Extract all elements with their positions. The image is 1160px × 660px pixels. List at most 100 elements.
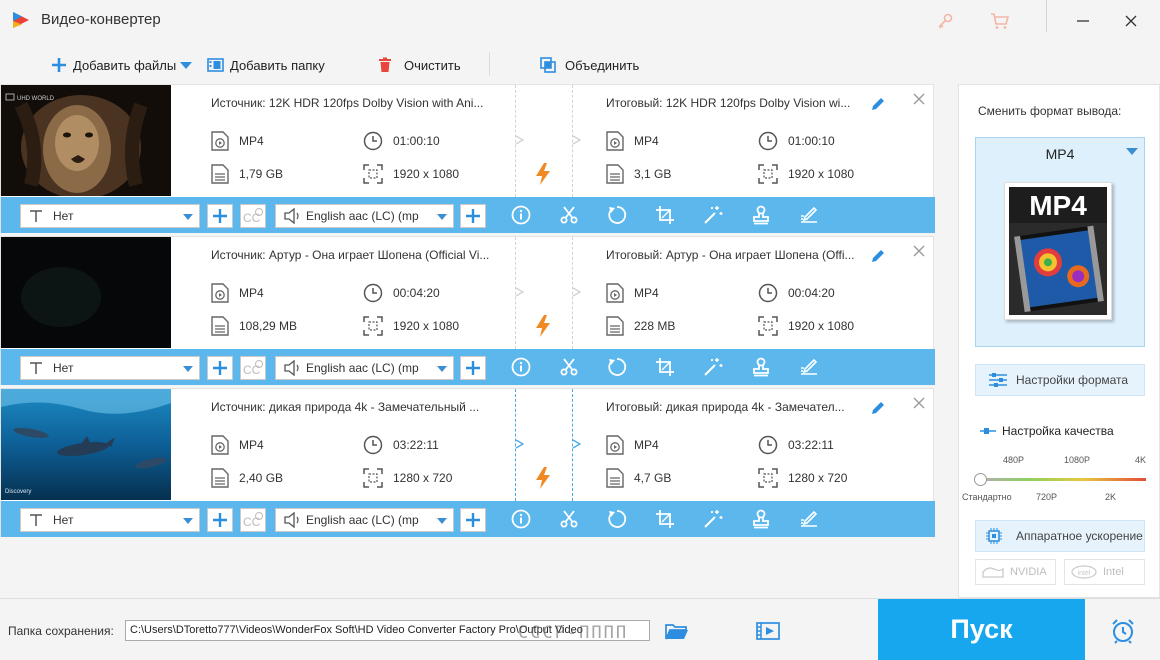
media-file-icon bbox=[606, 283, 624, 303]
audio-track-select[interactable]: English aac (LC) (mp bbox=[275, 508, 454, 532]
remove-file-icon[interactable] bbox=[912, 92, 926, 106]
video-thumbnail[interactable]: Discovery bbox=[1, 389, 171, 500]
plus-icon bbox=[213, 513, 227, 527]
plus-icon bbox=[213, 361, 227, 375]
add-files-dropdown-icon[interactable] bbox=[180, 62, 192, 69]
rotate-icon[interactable] bbox=[606, 205, 628, 225]
chevron-right-icon bbox=[515, 287, 525, 297]
add-audio-button[interactable] bbox=[460, 204, 486, 228]
video-thumbnail[interactable] bbox=[1, 237, 171, 348]
start-button[interactable]: Пуск bbox=[878, 599, 1085, 660]
add-subtitle-button[interactable] bbox=[207, 356, 233, 380]
hardware-acceleration-button[interactable]: Аппаратное ускорение bbox=[975, 520, 1145, 552]
output-format: MP4 bbox=[606, 283, 659, 303]
edit-subtitle-icon[interactable] bbox=[798, 357, 820, 377]
watermark-stamp-icon[interactable] bbox=[750, 509, 772, 529]
rotate-icon[interactable] bbox=[606, 509, 628, 529]
close-icon bbox=[1125, 15, 1137, 27]
add-subtitle-button[interactable] bbox=[207, 204, 233, 228]
add-folder-button[interactable]: Добавить папку bbox=[207, 54, 325, 76]
subtitle-select[interactable]: Нет bbox=[20, 508, 200, 532]
scissors-icon[interactable] bbox=[558, 205, 580, 225]
chevron-down-icon bbox=[437, 214, 447, 220]
effects-wand-icon[interactable] bbox=[702, 509, 724, 529]
add-files-button[interactable]: Добавить файлы bbox=[51, 54, 176, 76]
hardware-acceleration-label: Аппаратное ускорение bbox=[1016, 529, 1143, 543]
resolution-icon bbox=[758, 316, 778, 336]
nvidia-toggle[interactable]: NVIDIA bbox=[975, 559, 1056, 585]
intel-toggle[interactable]: intel Intel bbox=[1064, 559, 1145, 585]
output-duration: 01:00:10 bbox=[758, 131, 835, 151]
rotate-icon[interactable] bbox=[606, 357, 628, 377]
effects-wand-icon[interactable] bbox=[702, 357, 724, 377]
quality-label-480p: 480P bbox=[1003, 455, 1025, 465]
file-action-bar: Нет CC English aac (LC) (mp bbox=[1, 197, 935, 233]
audio-track-select[interactable]: English aac (LC) (mp bbox=[275, 356, 454, 380]
scissors-icon[interactable] bbox=[558, 509, 580, 529]
media-file-icon bbox=[211, 435, 229, 455]
quality-label-720p: 720P bbox=[1036, 492, 1058, 502]
subtitle-select[interactable]: Нет bbox=[20, 356, 200, 380]
minimize-button[interactable] bbox=[1068, 8, 1098, 34]
remove-file-icon[interactable] bbox=[912, 396, 926, 410]
edit-output-name-icon[interactable] bbox=[870, 400, 886, 416]
file-card[interactable]: Источник: Артур - Она играет Шопена (Off… bbox=[0, 236, 935, 385]
effects-wand-icon[interactable] bbox=[702, 205, 724, 225]
speaker-icon bbox=[284, 512, 299, 528]
alarm-clock-icon[interactable] bbox=[1110, 618, 1136, 644]
svg-text:CC: CC bbox=[243, 363, 261, 377]
video-thumbnail[interactable]: UHD WORLD bbox=[1, 85, 171, 196]
open-folder-icon[interactable] bbox=[665, 622, 689, 641]
output-size: 4,7 GB bbox=[606, 468, 671, 488]
key-icon[interactable] bbox=[930, 8, 960, 34]
format-dropdown-icon[interactable] bbox=[1126, 148, 1138, 155]
edit-subtitle-icon[interactable] bbox=[798, 205, 820, 225]
add-audio-button[interactable] bbox=[460, 356, 486, 380]
source-title: Источник: дикая природа 4k - Замечательн… bbox=[211, 400, 480, 414]
svg-text:intel: intel bbox=[1078, 570, 1091, 577]
cc-icon: CC bbox=[243, 512, 263, 529]
format-settings-button[interactable]: Настройки формата bbox=[975, 364, 1145, 396]
watermark-stamp-icon[interactable] bbox=[750, 357, 772, 377]
cc-subtitle-button[interactable]: CC bbox=[240, 508, 266, 532]
close-button[interactable] bbox=[1116, 8, 1146, 34]
crop-icon[interactable] bbox=[654, 509, 676, 529]
output-format: MP4 bbox=[606, 435, 659, 455]
quality-slider-knob[interactable] bbox=[974, 473, 987, 486]
scissors-icon[interactable] bbox=[558, 357, 580, 377]
merge-button[interactable]: Объединить bbox=[540, 54, 639, 76]
output-videos-icon[interactable] bbox=[756, 621, 780, 641]
remove-file-icon[interactable] bbox=[912, 244, 926, 258]
cc-subtitle-button[interactable]: CC bbox=[240, 356, 266, 380]
speaker-icon bbox=[284, 360, 299, 376]
add-subtitle-button[interactable] bbox=[207, 508, 233, 532]
edit-subtitle-icon[interactable] bbox=[798, 509, 820, 529]
edit-output-name-icon[interactable] bbox=[870, 96, 886, 112]
edit-output-name-icon[interactable] bbox=[870, 248, 886, 264]
subtitle-select[interactable]: Нет bbox=[20, 204, 200, 228]
clock-icon bbox=[758, 283, 778, 303]
quality-slider-track[interactable] bbox=[980, 478, 1146, 481]
crop-icon[interactable] bbox=[654, 205, 676, 225]
add-audio-button[interactable] bbox=[460, 508, 486, 532]
file-size-icon bbox=[606, 468, 624, 488]
clear-button[interactable]: Очистить bbox=[378, 54, 461, 76]
mp4-format-image: MP4 bbox=[1004, 182, 1112, 320]
cart-icon[interactable] bbox=[985, 8, 1015, 34]
cc-subtitle-button[interactable]: CC bbox=[240, 204, 266, 228]
file-size-icon bbox=[606, 316, 624, 336]
file-action-bar: Нет CC English aac (LC) (mp bbox=[1, 349, 935, 385]
quality-title: Настройка качества bbox=[980, 424, 1114, 438]
info-icon[interactable] bbox=[510, 357, 532, 377]
audio-track-select[interactable]: English aac (LC) (mp bbox=[275, 204, 454, 228]
output-format-name: MP4 bbox=[1045, 146, 1075, 162]
output-resolution: 1920 x 1080 bbox=[758, 316, 854, 336]
crop-icon[interactable] bbox=[654, 357, 676, 377]
subtitle-value: Нет bbox=[53, 361, 74, 375]
watermark-stamp-icon[interactable] bbox=[750, 205, 772, 225]
info-icon[interactable] bbox=[510, 509, 532, 529]
audio-track-value: English aac (LC) (mp bbox=[306, 513, 419, 527]
info-icon[interactable] bbox=[510, 205, 532, 225]
file-card[interactable]: Discovery Источник: дикая природа 4k - За… bbox=[0, 388, 935, 537]
file-card[interactable]: UHD WORLD Источник: 12K HDR 120fps Dolby … bbox=[0, 84, 935, 233]
